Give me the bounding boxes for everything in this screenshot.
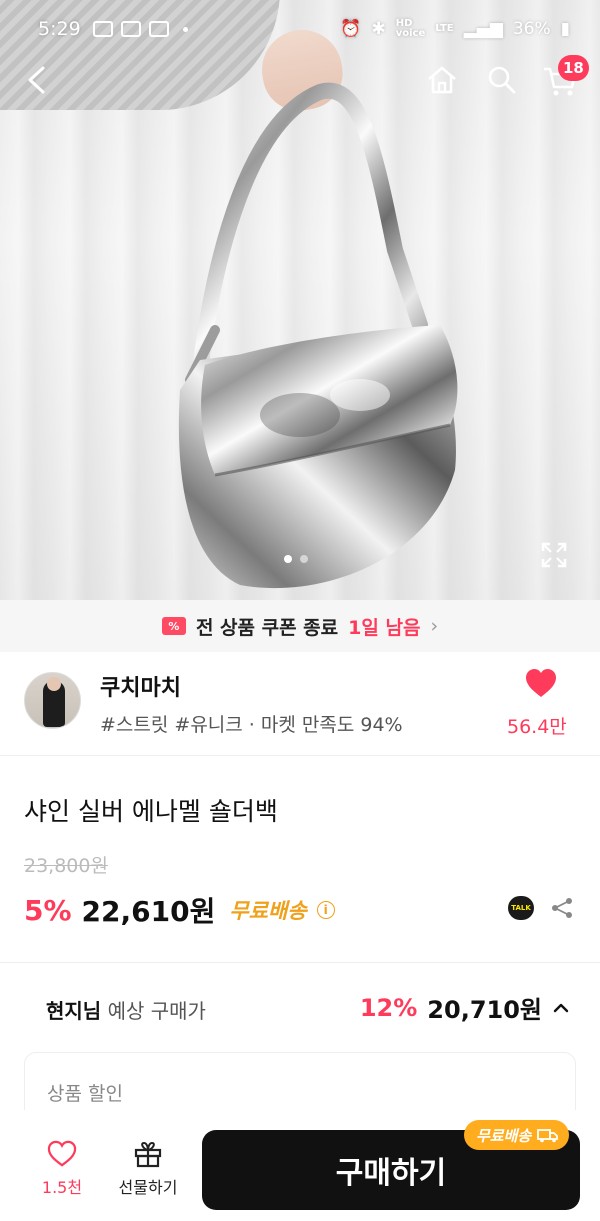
discount-rate: 5% xyxy=(24,893,72,927)
shop-tags: #스트릿 #유니크 · 마켓 만족도 94% xyxy=(100,714,403,736)
expected-price-text: 예상 구매가 xyxy=(107,999,206,1023)
coupon-remaining: 1일 남음 xyxy=(348,616,421,639)
free-shipping-label: 무료배송 xyxy=(229,899,307,923)
bluetooth-icon: ✱ xyxy=(371,19,386,39)
original-price: 23,800원 xyxy=(24,855,108,877)
price-row: 5% 22,610원 무료배송 i xyxy=(24,890,335,930)
info-icon[interactable]: i xyxy=(316,901,335,919)
mail-icon xyxy=(148,21,169,37)
chevron-right-icon: › xyxy=(430,615,439,637)
expected-discount-rate: 12% xyxy=(359,993,418,1022)
search-icon xyxy=(488,66,516,94)
truck-icon xyxy=(537,1129,559,1143)
share-icon[interactable] xyxy=(550,896,574,920)
carousel-dot xyxy=(300,555,308,563)
more-notifications-icon xyxy=(182,26,188,32)
kakaotalk-icon[interactable]: TALK xyxy=(508,896,534,920)
status-time: 5:29 xyxy=(38,18,81,40)
gallery-icon xyxy=(92,21,113,37)
status-bar: 5:29 ⏰ ✱ HD voice LTE ▂▄▆ 36% ▮ xyxy=(0,0,600,58)
coupon-text: 전 상품 쿠폰 종료 xyxy=(195,616,339,639)
product-discount-label: 상품 할인 xyxy=(47,1083,123,1105)
expected-price-toggle[interactable]: 12% 20,710원 xyxy=(360,990,570,1025)
free-shipping-badge: 무료배송 xyxy=(464,1120,570,1150)
expected-price-label: 현지님 예상 구매가 xyxy=(46,995,206,1024)
shop-info[interactable]: 쿠치마치 #스트릿 #유니크 · 마켓 만족도 94% xyxy=(0,652,600,756)
sale-price: 22,610원 xyxy=(81,895,216,928)
network-type: LTE xyxy=(435,23,454,34)
coupon-banner[interactable]: % 전 상품 쿠폰 종료 1일 남음 › xyxy=(0,600,600,652)
heart-outline-icon xyxy=(47,1140,77,1167)
battery-icon: ▮ xyxy=(560,19,570,39)
free-shipping-badge-text: 무료배송 xyxy=(476,1126,532,1145)
gift-label: 선물하기 xyxy=(118,1178,178,1197)
bottom-action-bar: 1.5천 선물하기 구매하기 무료배송 xyxy=(0,1110,600,1221)
signal-icon: ▂▄▆ xyxy=(463,19,503,39)
coupon-ticket-icon: % xyxy=(161,617,186,635)
like-count: 1.5천 xyxy=(41,1178,83,1197)
gift-button[interactable]: 선물하기 xyxy=(108,1140,188,1198)
battery-level: 36% xyxy=(512,19,551,39)
shop-name[interactable]: 쿠치마치 xyxy=(100,670,181,702)
alarm-icon: ⏰ xyxy=(340,19,362,39)
product-title: 샤인 실버 에나멜 숄더백 xyxy=(24,797,278,826)
carousel-dot-active xyxy=(284,555,292,563)
like-button[interactable]: 1.5천 xyxy=(22,1140,102,1198)
home-icon xyxy=(428,66,456,94)
shop-like-heart-icon[interactable] xyxy=(525,668,557,698)
chevron-left-icon xyxy=(28,66,45,94)
gift-icon xyxy=(134,1141,162,1168)
section-divider xyxy=(0,962,600,963)
search-button[interactable] xyxy=(480,58,524,102)
carousel-indicator xyxy=(284,555,308,563)
chevron-up-icon xyxy=(553,1003,569,1012)
expand-image-button[interactable] xyxy=(540,541,568,569)
expand-icon xyxy=(541,542,567,568)
home-button[interactable] xyxy=(420,58,464,102)
shop-like-count: 56.4만 xyxy=(507,716,567,738)
hd-voice-icon: HD voice xyxy=(395,18,426,39)
back-button[interactable] xyxy=(14,58,58,102)
shop-avatar[interactable] xyxy=(24,672,81,729)
user-name: 현지님 xyxy=(46,999,102,1023)
cart-badge: 18 xyxy=(558,55,589,81)
expected-price: 20,710원 xyxy=(427,996,542,1024)
voicemail-icon xyxy=(120,21,141,37)
